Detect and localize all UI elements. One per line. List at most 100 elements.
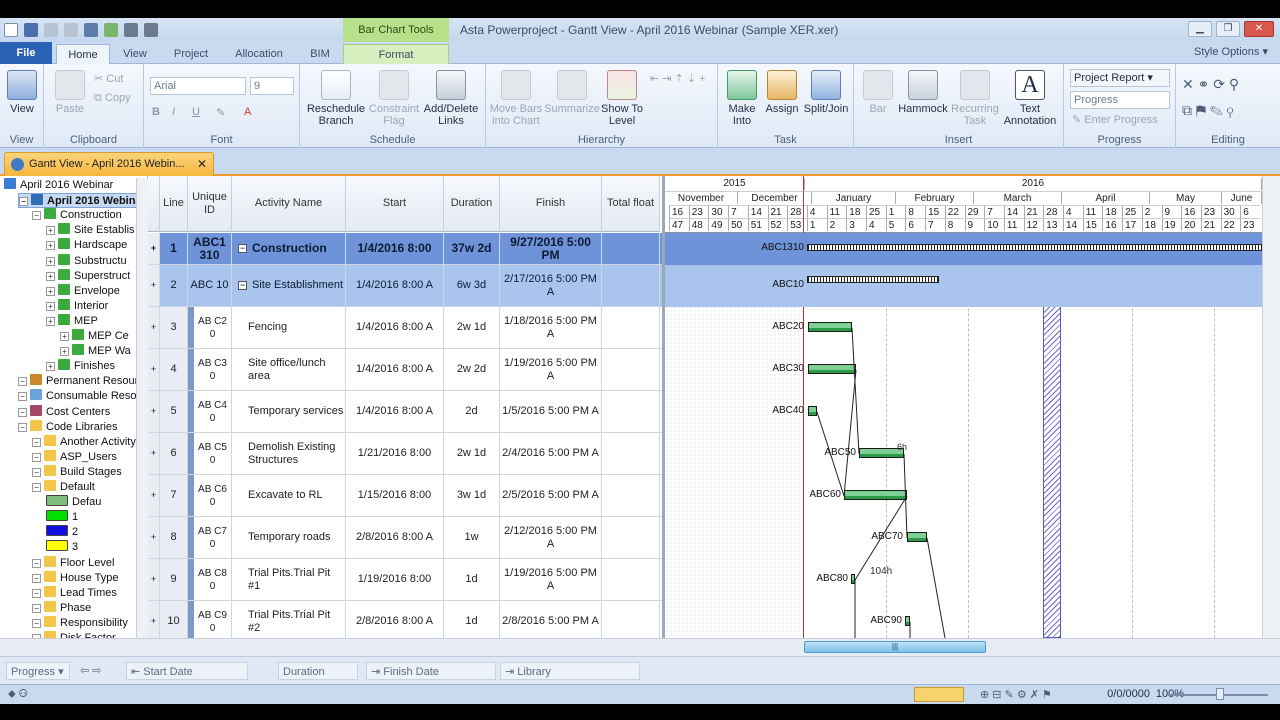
expand-toggle-icon[interactable]: − (32, 588, 41, 598)
expand-toggle-icon[interactable]: − (32, 573, 41, 583)
cell-duration[interactable]: 6w 3d (444, 265, 500, 306)
expand-toggle-icon[interactable]: + (46, 226, 55, 236)
library-field[interactable]: ⇥ Library (500, 662, 640, 680)
save-icon[interactable] (24, 23, 38, 37)
cell-name[interactable]: Fencing (232, 307, 346, 348)
cell-uid[interactable]: AB C8 0 (188, 559, 232, 600)
cell-uid[interactable]: AB C7 0 (188, 517, 232, 558)
undo-icon[interactable] (44, 23, 58, 37)
cell-line[interactable]: 5 (160, 391, 188, 432)
horizontal-scrollbar[interactable] (0, 638, 1280, 656)
constraint-flag-button[interactable]: Constraint Flag (368, 70, 420, 127)
cell-uid[interactable]: AB C5 0 (188, 433, 232, 474)
tree-item[interactable]: − Another Activity (32, 434, 136, 450)
restore-button[interactable]: ❐ (1216, 21, 1240, 37)
assign-button[interactable]: Assign (762, 70, 802, 115)
italic-button[interactable]: I (172, 106, 175, 118)
cell-float[interactable] (602, 349, 660, 390)
column-header[interactable]: Duration (444, 176, 500, 232)
gantt-body[interactable]: ABC1310 ABC10 ABC20 ABC30 ABC40 ABC50 ABC60 ABC… (665, 176, 1262, 638)
cell-start[interactable]: 2/8/2016 8:00 A (346, 517, 444, 558)
cell-uid[interactable]: AB C3 0 (188, 349, 232, 390)
row-indicator[interactable]: + (148, 307, 160, 348)
font-color-icon[interactable]: A (244, 106, 251, 118)
cell-float[interactable] (602, 265, 660, 306)
tree-item[interactable]: 3 (46, 540, 78, 555)
cell-name[interactable]: Temporary roads (232, 517, 346, 558)
cell-start[interactable]: 1/21/2016 8:00 (346, 433, 444, 474)
close-tab-icon[interactable]: ✕ (197, 153, 207, 175)
expand-toggle-icon[interactable]: − (32, 618, 41, 628)
tree-item[interactable]: + Superstruct (46, 268, 130, 284)
tree-item[interactable]: − Build Stages (32, 464, 122, 480)
bold-button[interactable]: B (152, 106, 160, 118)
dependency-link[interactable] (851, 327, 860, 455)
row-indicator[interactable]: + (148, 559, 160, 600)
customize-icon[interactable] (144, 23, 158, 37)
tree-scrollbar[interactable] (136, 178, 148, 638)
font-name-field[interactable]: Arial (150, 77, 246, 95)
view-button[interactable]: View (4, 70, 40, 115)
expand-toggle-icon[interactable]: − (18, 407, 27, 417)
tree-item[interactable]: − Lead Times (32, 585, 117, 601)
hierarchy-small-icons[interactable]: ⇤ ⇥ ⇡ ⇣ + (650, 72, 706, 85)
cell-duration[interactable]: 1d (444, 601, 500, 638)
tab-home[interactable]: Home (56, 44, 110, 64)
expand-toggle-icon[interactable]: + (60, 332, 69, 341)
cell-duration[interactable]: 1d (444, 559, 500, 600)
table-row[interactable]: +5 AB C4 0 Temporary services 1/4/2016 8:00… (148, 391, 662, 433)
cell-duration[interactable]: 37w 2d (444, 233, 500, 264)
tree-item[interactable]: −Disk Factor (32, 631, 116, 638)
tree-item[interactable]: − House Type (32, 570, 119, 586)
print-icon[interactable] (124, 23, 138, 37)
finish-date-field[interactable]: ⇥ Finish Date (366, 662, 496, 680)
cell-name[interactable]: Excavate to RL (232, 475, 346, 516)
expand-toggle-icon[interactable]: + (60, 347, 69, 357)
tree-item[interactable]: − Phase (32, 600, 91, 616)
cell-start[interactable]: 1/4/2016 8:00 A (346, 307, 444, 348)
tree-item[interactable]: − Responsibility (32, 615, 128, 631)
expand-toggle-icon[interactable]: + (46, 301, 55, 311)
expand-toggle-icon[interactable]: + (46, 362, 55, 372)
cell-duration[interactable]: 2w 1d (444, 433, 500, 474)
minimize-button[interactable]: ▁ (1188, 21, 1212, 37)
open-icon[interactable] (104, 23, 118, 37)
cell-line[interactable]: 7 (160, 475, 188, 516)
tree-item[interactable]: − Permanent Resourc (18, 374, 144, 389)
editing-icons-bottom[interactable]: ⧉ ⚑ ✎ ⚲ (1182, 102, 1234, 119)
tree-item[interactable]: − April 2016 Webina (18, 193, 145, 209)
paste-button[interactable]: Paste (52, 70, 88, 115)
dependency-link[interactable] (843, 369, 857, 497)
progress-dropdown[interactable]: Progress ▾ (6, 662, 70, 680)
cell-line[interactable]: 8 (160, 517, 188, 558)
view-mode-icons[interactable] (914, 687, 964, 702)
progress-field[interactable]: Progress (1070, 91, 1170, 109)
cell-name[interactable]: − Site Establishment (232, 265, 346, 306)
tab-bim[interactable]: BIM (300, 44, 340, 64)
expand-toggle-icon[interactable]: + (46, 316, 55, 326)
cell-name[interactable]: Site office/lunch area (232, 349, 346, 390)
expand-toggle-icon[interactable]: − (18, 392, 27, 402)
split-join-button[interactable]: Split/Join (800, 70, 852, 115)
tree-item[interactable]: + Substructu (46, 253, 127, 269)
cell-line[interactable]: 4 (160, 349, 188, 390)
close-button[interactable]: ✕ (1244, 21, 1274, 37)
tab-file[interactable]: File (0, 42, 52, 64)
summarize-button[interactable]: Summarize (544, 70, 600, 115)
expand-toggle-icon[interactable]: − (32, 558, 41, 568)
font-size-field[interactable]: 9 (250, 77, 294, 95)
cell-float[interactable] (602, 233, 660, 264)
style-options-menu[interactable]: Style Options ▾ (1194, 45, 1268, 58)
cell-start[interactable]: 1/19/2016 8:00 (346, 559, 444, 600)
expand-toggle-icon[interactable]: − (32, 452, 41, 462)
cell-float[interactable] (602, 559, 660, 600)
copy-button[interactable]: ⧉ Copy (94, 92, 131, 105)
tree-item[interactable]: + MEP Ce (60, 329, 129, 344)
cell-duration[interactable]: 2w 2d (444, 349, 500, 390)
table-row[interactable]: +3 AB C2 0 Fencing 1/4/2016 8:00 A 2w 1d 1/18… (148, 307, 662, 349)
expand-toggle-icon[interactable]: − (32, 603, 41, 613)
cell-finish[interactable]: 2/17/2016 5:00 PM A (500, 265, 602, 306)
cell-line[interactable]: 9 (160, 559, 188, 600)
duration-field[interactable]: Duration (278, 662, 358, 680)
redo-icon[interactable] (64, 23, 78, 37)
